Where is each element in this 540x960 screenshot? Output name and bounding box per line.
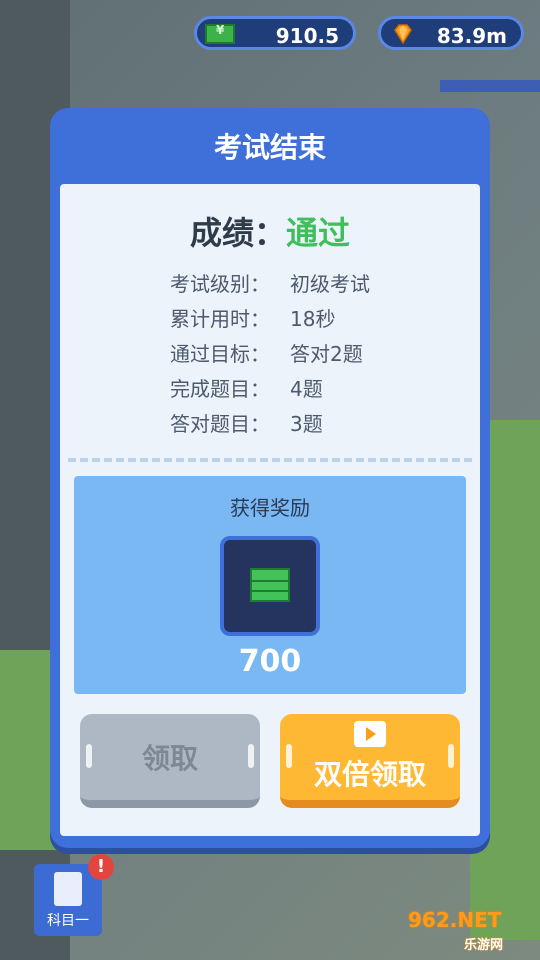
- dialog-body: 成绩：通过 考试级别： 初级考试 累计用时： 18秒 通过目标： 答对2题 完成题目：…: [60, 184, 480, 836]
- divider: [68, 458, 472, 462]
- reward-panel: 获得奖励 700: [74, 476, 466, 694]
- claim-button[interactable]: 领取: [80, 714, 260, 808]
- cash-value: 910.5: [275, 24, 339, 48]
- gem-value: 83.9m: [436, 24, 507, 48]
- score-result: 通过: [286, 214, 351, 252]
- info-key: 累计用时：: [170, 307, 270, 331]
- button-nub: [248, 744, 254, 768]
- info-key: 考试级别：: [170, 272, 270, 296]
- exam-result-dialog: 考试结束 成绩：通过 考试级别： 初级考试 累计用时： 18秒 通过目标： 答对2题 …: [50, 108, 490, 848]
- reward-title: 获得奖励: [230, 496, 310, 520]
- watermark-brand: 962.NET: [408, 908, 502, 932]
- info-row: 考试级别： 初级考试: [170, 268, 430, 303]
- info-row: 通过目标： 答对2题: [170, 338, 430, 373]
- info-value: 3题: [290, 412, 323, 436]
- video-play-icon: [354, 721, 386, 747]
- fence: [440, 80, 540, 92]
- cash-icon: [250, 568, 290, 602]
- info-key: 通过目标：: [170, 342, 270, 366]
- alert-badge: !: [88, 854, 114, 880]
- watermark-logo: 962.NET 乐游网: [398, 906, 534, 954]
- score-line: 成绩：通过: [60, 208, 480, 254]
- exam-info: 考试级别： 初级考试 累计用时： 18秒 通过目标： 答对2题 完成题目： 4题 答对题…: [170, 268, 430, 443]
- clipboard-icon: [54, 872, 82, 906]
- info-value: 答对2题: [290, 342, 363, 366]
- info-row: 完成题目： 4题: [170, 373, 430, 408]
- claim-label: 领取: [141, 742, 198, 775]
- button-nub: [286, 744, 292, 768]
- diamond-icon: [394, 24, 412, 45]
- info-value: 初级考试: [290, 272, 370, 296]
- score-label: 成绩：: [189, 214, 286, 252]
- button-nub: [448, 744, 454, 768]
- watermark-sub: 乐游网: [464, 938, 504, 953]
- double-claim-button[interactable]: 双倍领取: [280, 714, 460, 808]
- reward-amount: 700: [238, 644, 302, 679]
- gem-counter: 83.9m: [378, 16, 524, 50]
- info-key: 完成题目：: [170, 377, 270, 401]
- reward-slot: [220, 536, 320, 636]
- info-row: 累计用时： 18秒: [170, 303, 430, 338]
- dialog-title: 考试结束: [213, 131, 326, 164]
- button-nub: [86, 744, 92, 768]
- info-value: 18秒: [290, 307, 336, 331]
- double-claim-label: 双倍领取: [313, 758, 426, 791]
- cash-icon: [205, 23, 235, 44]
- info-key: 答对题目：: [170, 412, 270, 436]
- cash-counter: 910.5: [194, 16, 356, 50]
- subject-label: 科目一: [47, 913, 89, 929]
- info-value: 4题: [290, 377, 323, 401]
- info-row: 答对题目： 3题: [170, 408, 430, 443]
